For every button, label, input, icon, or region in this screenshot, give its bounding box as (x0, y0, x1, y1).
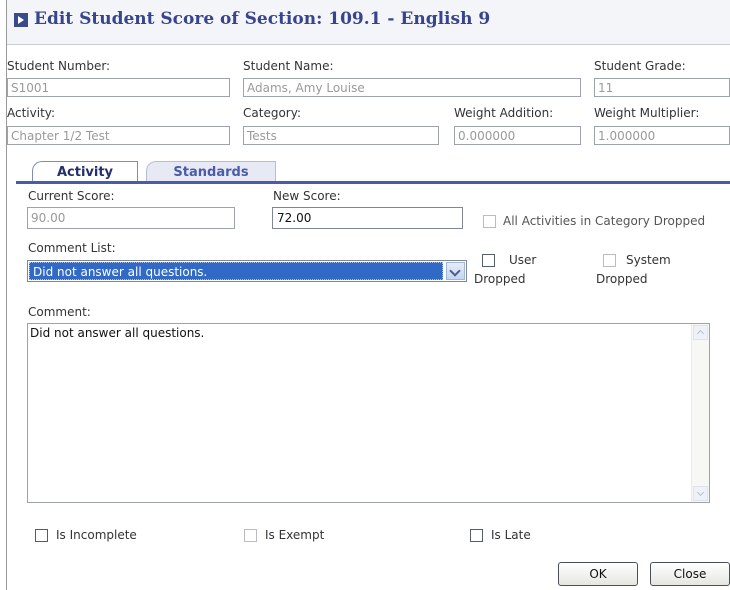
student-name-label: Student Name: (243, 59, 334, 73)
category-field[interactable]: Tests (243, 126, 439, 145)
is-exempt-label: Is Exempt (265, 528, 325, 542)
system-dropped-label-line1: System (626, 253, 671, 267)
user-dropped-checkbox[interactable] (482, 254, 495, 267)
student-grade-label: Student Grade: (594, 59, 686, 73)
student-grade-field[interactable]: 11 (594, 78, 730, 97)
ok-button[interactable]: OK (558, 562, 638, 586)
comment-list-select[interactable]: Did not answer all questions. (27, 260, 467, 282)
new-score-input[interactable]: 72.00 (272, 207, 463, 229)
weight-multiplier-field[interactable]: 1.000000 (594, 126, 730, 145)
weight-addition-label: Weight Addition: (454, 106, 554, 120)
scroll-down-icon[interactable] (693, 486, 708, 501)
all-activities-dropped-checkbox[interactable] (483, 215, 496, 228)
current-score-field[interactable]: 90.00 (27, 207, 235, 229)
system-dropped-checkbox[interactable] (603, 254, 616, 267)
user-dropped-label-line1: User (509, 253, 537, 267)
all-activities-dropped-label: All Activities in Category Dropped (503, 214, 706, 228)
tab-standards[interactable]: Standards (146, 161, 276, 183)
dialog-title: Edit Student Score of Section: 109.1 - E… (34, 9, 491, 29)
dialog-expand-icon[interactable] (14, 13, 28, 27)
comment-list-label: Comment List: (28, 241, 116, 255)
comment-textarea[interactable]: Did not answer all questions. (27, 323, 710, 503)
is-late-checkbox[interactable] (470, 529, 483, 542)
tab-activity[interactable]: Activity (32, 161, 138, 183)
is-incomplete-checkbox[interactable] (35, 529, 48, 542)
chevron-down-icon[interactable] (446, 262, 465, 280)
weight-addition-field[interactable]: 0.000000 (454, 126, 581, 145)
category-label: Category: (243, 106, 301, 120)
is-exempt-checkbox[interactable] (244, 529, 257, 542)
comment-text: Did not answer all questions. (30, 326, 205, 340)
comment-list-selected: Did not answer all questions. (29, 262, 443, 280)
student-number-label: Student Number: (7, 59, 111, 73)
system-dropped-label-line2: Dropped (596, 272, 648, 286)
edit-score-dialog: Edit Student Score of Section: 109.1 - E… (0, 0, 730, 590)
comment-scrollbar[interactable] (691, 324, 709, 502)
student-number-field[interactable]: S1001 (7, 78, 230, 97)
new-score-label: New Score: (273, 189, 341, 203)
user-dropped-label-line2: Dropped (474, 272, 526, 286)
dialog-titlebar: Edit Student Score of Section: 109.1 - E… (7, 0, 730, 45)
close-button[interactable]: Close (650, 562, 730, 586)
activity-field[interactable]: Chapter 1/2 Test (7, 126, 230, 145)
current-score-label: Current Score: (28, 189, 115, 203)
scroll-up-icon[interactable] (693, 325, 708, 340)
is-late-label: Is Late (491, 528, 531, 542)
student-name-field[interactable]: Adams, Amy Louise (243, 78, 581, 97)
is-incomplete-label: Is Incomplete (56, 528, 137, 542)
window-left-border (0, 0, 7, 590)
comment-label: Comment: (28, 305, 91, 319)
weight-multiplier-label: Weight Multiplier: (594, 106, 700, 120)
activity-label: Activity: (7, 106, 56, 120)
